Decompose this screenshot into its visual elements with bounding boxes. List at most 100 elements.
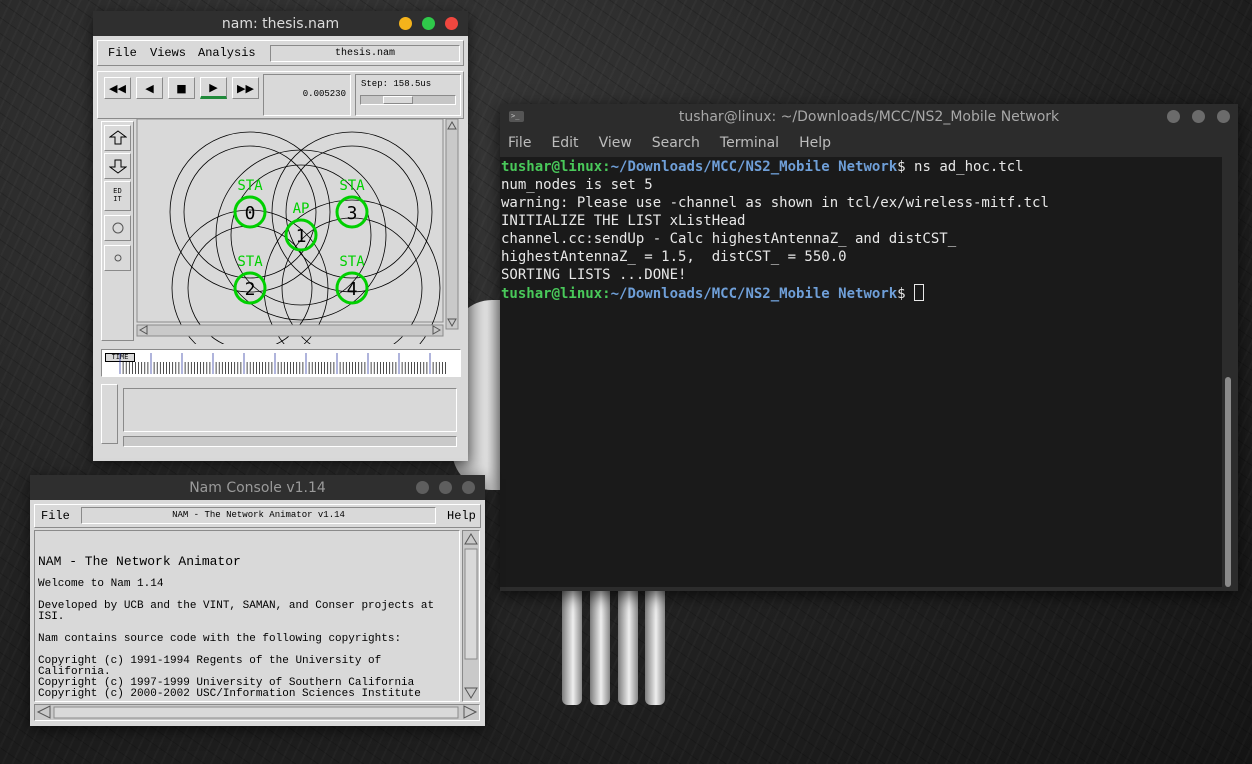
stop-button[interactable]: ■ xyxy=(168,77,195,99)
zoom-out-button[interactable] xyxy=(104,153,131,179)
node-label: STA xyxy=(237,254,263,270)
console-header-field: NAM - The Network Animator v1.14 xyxy=(81,507,436,524)
minimize-button[interactable] xyxy=(1167,110,1180,123)
annotation-hscrollbar[interactable] xyxy=(123,436,457,447)
annotation-list[interactable] xyxy=(123,388,457,432)
zoom-out-icon xyxy=(108,159,127,174)
small-circle-icon xyxy=(114,254,121,262)
terminal-line: highestAntennaZ_ = 1.5, distCST_ = 550.0 xyxy=(501,249,847,265)
menu-file[interactable]: File xyxy=(108,46,137,60)
scroll-arrows-icon xyxy=(36,705,478,719)
nam-window: nam: thesis.nam File Views Analysis thes… xyxy=(93,11,468,461)
console-heading: NAM - The Network Animator xyxy=(38,554,241,569)
node-size-down-button[interactable] xyxy=(104,245,131,271)
console-hscrollbar[interactable] xyxy=(34,704,480,721)
step-slider-thumb[interactable] xyxy=(383,96,413,104)
step-back-button[interactable]: ◀ xyxy=(136,77,163,99)
prompt-user: tushar@linux xyxy=(501,286,603,302)
step-control: Step: 158.5us xyxy=(355,74,461,116)
playback-toolbar: ◀◀ ◀ ■ ▶ ▶▶ 0.005230 Step: 158.5us xyxy=(97,71,464,119)
node-id: 4 xyxy=(347,279,358,300)
console-vscrollbar[interactable] xyxy=(462,530,480,702)
canvas-vscrollbar[interactable] xyxy=(445,118,459,330)
close-button[interactable] xyxy=(445,17,458,30)
node-label: AP xyxy=(293,201,310,217)
console-line: Welcome to Nam 1.14 xyxy=(38,578,164,590)
terminal-line: tushar@linux:~/Downloads/MCC/NS2_Mobile … xyxy=(501,284,1222,303)
menu-edit[interactable]: Edit xyxy=(551,135,578,151)
maximize-button[interactable] xyxy=(1192,110,1205,123)
menu-search[interactable]: Search xyxy=(652,135,700,151)
console-title: Nam Console v1.14 xyxy=(189,479,326,496)
wallpaper-fork-tine xyxy=(590,590,610,705)
minimize-button[interactable] xyxy=(399,17,412,30)
menu-analysis[interactable]: Analysis xyxy=(198,46,256,60)
terminal-title: tushar@linux: ~/Downloads/MCC/NS2_Mobile… xyxy=(678,109,1060,125)
nam-titlebar[interactable]: nam: thesis.nam xyxy=(93,11,468,36)
maximize-button[interactable] xyxy=(422,17,435,30)
step-slider[interactable] xyxy=(360,95,456,105)
menu-file[interactable]: File xyxy=(41,509,70,523)
canvas-hscrollbar[interactable] xyxy=(136,324,444,337)
prompt-path: ~/Downloads/MCC/NS2_Mobile Network xyxy=(610,159,898,175)
terminal-line: tushar@linux:~/Downloads/MCC/NS2_Mobile … xyxy=(501,159,1024,175)
edit-button[interactable]: ED IT xyxy=(104,181,131,211)
terminal-line: warning: Please use -channel as shown in… xyxy=(501,195,1049,211)
node-id: 0 xyxy=(245,203,256,224)
terminal-line: num_nodes is set 5 xyxy=(501,177,653,193)
terminal-icon: >_ xyxy=(509,111,524,122)
console-menubar: File NAM - The Network Animator v1.14 He… xyxy=(34,504,481,528)
zoom-in-icon xyxy=(108,130,127,145)
menu-help[interactable]: Help xyxy=(799,135,831,151)
menu-views[interactable]: Views xyxy=(150,46,186,60)
animation-canvas-frame: 0 STA 1 AP 3 STA 2 STA 4 STA xyxy=(136,118,464,377)
timeline-slider[interactable]: TIME xyxy=(101,349,461,377)
console-line: Copyright (c) 2000-2002 USC/Information … xyxy=(38,688,421,700)
node-id: 3 xyxy=(347,203,358,224)
nam-console-window: Nam Console v1.14 File NAM - The Network… xyxy=(30,475,485,726)
terminal-line: INITIALIZE THE LIST xListHead xyxy=(501,213,746,229)
terminal-line: channel.cc:sendUp - Calc highestAntennaZ… xyxy=(501,231,957,247)
wallpaper-fork-tine xyxy=(562,590,582,705)
minimize-button[interactable] xyxy=(416,481,429,494)
node-size-up-button[interactable] xyxy=(104,215,131,241)
console-output[interactable]: NAM - The Network Animator Welcome to Na… xyxy=(34,530,460,702)
menu-file[interactable]: File xyxy=(508,135,531,151)
terminal-command: ns ad_hoc.tcl xyxy=(905,159,1024,175)
menu-terminal[interactable]: Terminal xyxy=(720,135,779,151)
text-cursor xyxy=(914,284,925,301)
console-titlebar[interactable]: Nam Console v1.14 xyxy=(30,475,485,500)
menu-view[interactable]: View xyxy=(599,135,632,151)
wallpaper-fork-tine xyxy=(618,590,638,705)
nam-side-toolbar: ED IT xyxy=(101,121,134,341)
node-id: 1 xyxy=(296,226,307,247)
wallpaper-fork-tine xyxy=(645,590,665,705)
fast-forward-button[interactable]: ▶▶ xyxy=(232,77,259,99)
terminal-titlebar[interactable]: >_ tushar@linux: ~/Downloads/MCC/NS2_Mob… xyxy=(500,104,1238,130)
animation-canvas[interactable]: 0 STA 1 AP 3 STA 2 STA 4 STA xyxy=(136,118,464,377)
terminal-output[interactable]: tushar@linux:~/Downloads/MCC/NS2_Mobile … xyxy=(500,157,1222,587)
close-button[interactable] xyxy=(1217,110,1230,123)
nam-menubar: File Views Analysis thesis.nam xyxy=(97,40,464,66)
zoom-in-button[interactable] xyxy=(104,125,131,151)
nam-title: nam: thesis.nam xyxy=(221,15,340,32)
node-label: STA xyxy=(339,178,365,194)
prompt-user: tushar@linux xyxy=(501,159,603,175)
scroll-arrows-icon xyxy=(464,533,478,699)
circle-icon xyxy=(112,222,123,234)
annotation-side-button[interactable] xyxy=(101,384,118,444)
menu-help[interactable]: Help xyxy=(447,509,476,523)
terminal-scrollbar[interactable] xyxy=(1225,377,1231,587)
terminal-menubar: File Edit View Search Terminal Help xyxy=(500,130,1238,156)
node-id: 2 xyxy=(245,279,256,300)
prompt-path: ~/Downloads/MCC/NS2_Mobile Network xyxy=(610,286,898,302)
maximize-button[interactable] xyxy=(439,481,452,494)
terminal-line: SORTING LISTS ...DONE! xyxy=(501,267,687,283)
node-label: STA xyxy=(339,254,365,270)
play-button[interactable]: ▶ xyxy=(200,77,227,99)
close-button[interactable] xyxy=(462,481,475,494)
filename-field: thesis.nam xyxy=(270,45,460,62)
rewind-button[interactable]: ◀◀ xyxy=(104,77,131,99)
console-line: Copyright (c) 1991-1994 Regents of the U… xyxy=(38,655,382,678)
time-display: 0.005230 xyxy=(263,74,351,116)
